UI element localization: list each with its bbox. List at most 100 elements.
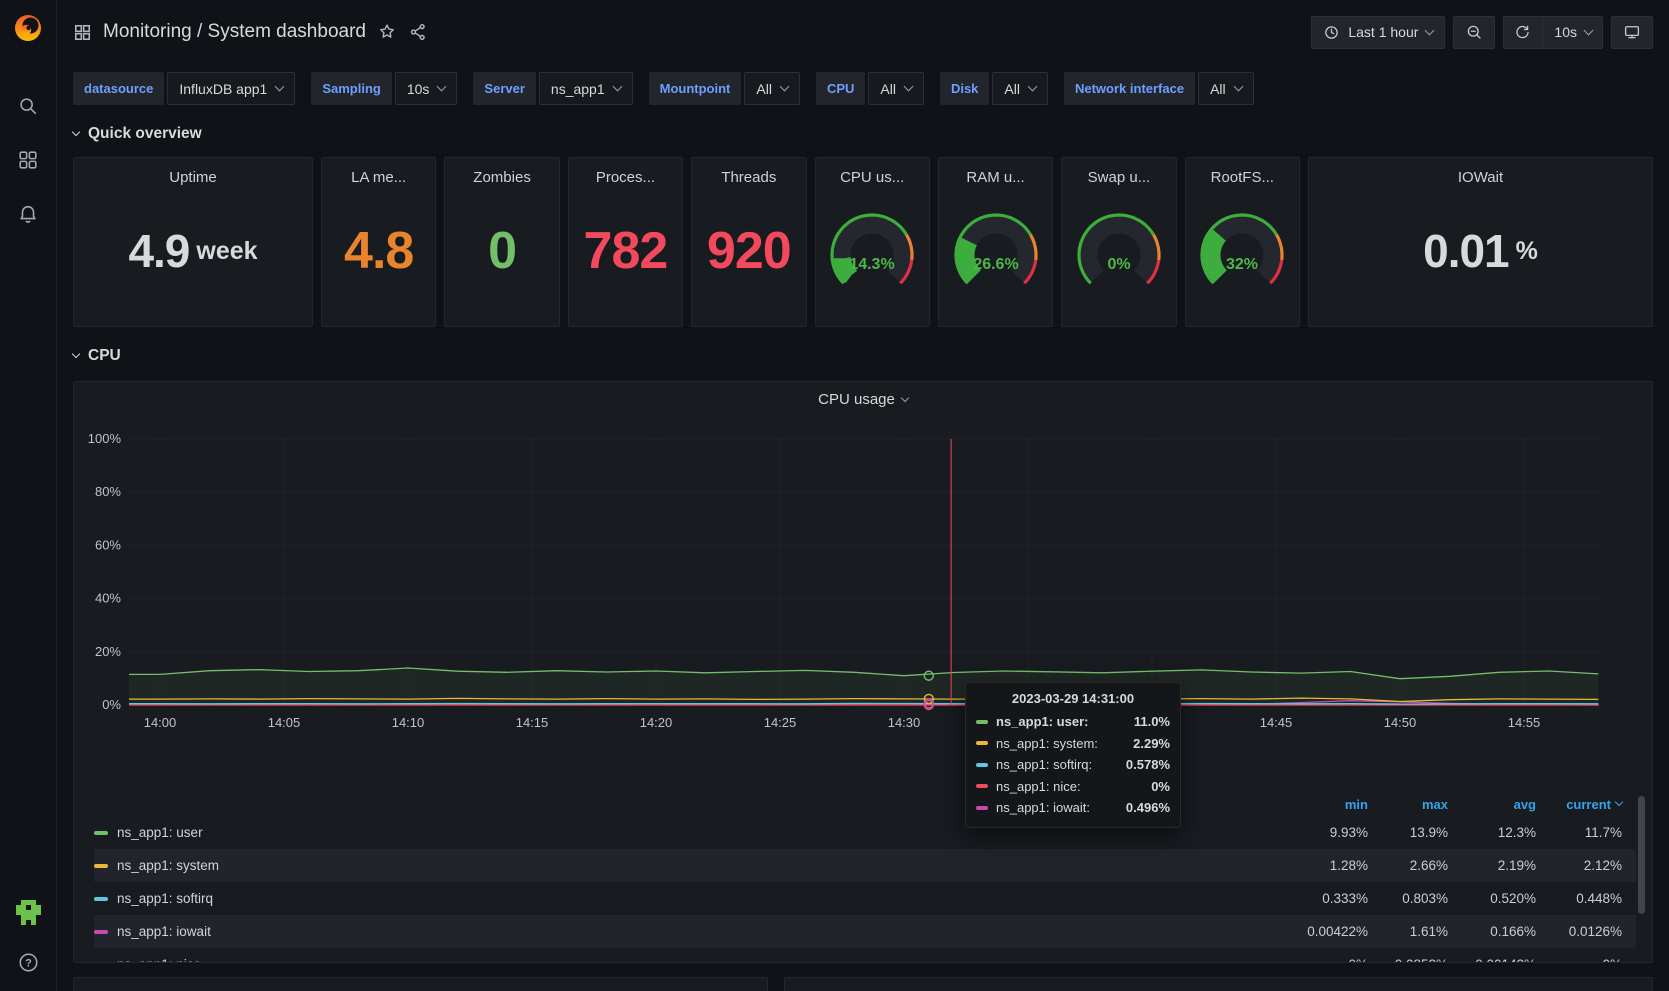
stat-panel-la-me: LA me...4.8 (321, 157, 436, 327)
stat-value-number: 4.9 (128, 224, 189, 278)
legend-row-ns-app1-iowait: ns_app1: iowait0.00422%1.61%0.166%0.0126… (94, 915, 1636, 948)
partial-panel (73, 977, 768, 991)
sidebar-nav (11, 91, 45, 229)
variable-value-text: All (880, 81, 896, 97)
variable-sampling: Sampling10s (311, 72, 457, 105)
search-icon[interactable] (11, 91, 45, 121)
legend-current-value: 0.0126% (1536, 924, 1622, 939)
section-title: CPU (88, 347, 121, 365)
legend-series-name: ns_app1: softirq (117, 891, 213, 906)
tooltip-rows: ns_app1: user:11.0%ns_app1: system:2.29%… (976, 711, 1170, 819)
grafana-logo[interactable] (11, 11, 45, 45)
variable-value-dropdown[interactable]: 10s (395, 72, 458, 105)
legend-series-toggle[interactable]: ns_app1: softirq (94, 891, 1248, 906)
tooltip-series-label: ns_app1: softirq: (996, 757, 1092, 772)
svg-text:80%: 80% (95, 484, 121, 499)
stat-value: 0.01% (1423, 186, 1538, 326)
variable-value-dropdown[interactable]: All (992, 72, 1048, 105)
monitor-icon (1623, 23, 1641, 41)
dashboard-title[interactable]: Monitoring / System dashboard (103, 21, 366, 43)
legend-max-value: 0.0852% (1368, 957, 1448, 962)
legend-series-name: ns_app1: system (117, 858, 219, 873)
kiosk-mode-button[interactable] (1611, 16, 1653, 49)
legend-min-value: 0.00422% (1248, 924, 1368, 939)
stat-value: 4.8 (344, 186, 413, 326)
svg-text:40%: 40% (95, 591, 121, 606)
tooltip-series-value: 0.496% (1126, 800, 1170, 815)
dashboards-icon[interactable] (11, 145, 45, 175)
svg-text:14.3%: 14.3% (850, 256, 895, 273)
topbar: Monitoring / System dashboard (73, 0, 1653, 64)
svg-text:14:55: 14:55 (1508, 715, 1541, 730)
variable-value-dropdown[interactable]: All (744, 72, 800, 105)
legend-scrollbar[interactable] (1638, 796, 1645, 914)
legend-series-toggle[interactable]: ns_app1: iowait (94, 924, 1248, 939)
tooltip-series-label: ns_app1: nice: (996, 779, 1081, 794)
stat-panel-title: Swap u... (1088, 169, 1151, 186)
stat-panel-rootfs: RootFS...32% (1185, 157, 1300, 327)
legend-sort-avg[interactable]: avg (1448, 797, 1536, 812)
variable-value-text: InfluxDB app1 (179, 81, 267, 97)
time-range-picker[interactable]: Last 1 hour (1311, 16, 1445, 49)
variable-value-dropdown[interactable]: InfluxDB app1 (167, 72, 295, 105)
section-cpu[interactable]: CPU (73, 343, 1653, 369)
user-avatar[interactable] (11, 897, 45, 927)
svg-text:14:20: 14:20 (640, 715, 673, 730)
legend-current-value: 0.448% (1536, 891, 1622, 906)
share-icon[interactable] (408, 22, 428, 42)
zoom-out-time-button[interactable] (1453, 16, 1495, 49)
legend-max-value: 1.61% (1368, 924, 1448, 939)
stat-value: 0 (488, 186, 516, 326)
legend-sort-current[interactable]: current (1536, 797, 1622, 812)
legend-sort-max[interactable]: max (1368, 797, 1448, 812)
help-icon[interactable]: ? (11, 947, 45, 977)
stat-panel-title: LA me... (351, 169, 406, 186)
variable-value-dropdown[interactable]: ns_app1 (539, 72, 633, 105)
variable-value-text: ns_app1 (551, 81, 605, 97)
svg-text:14:15: 14:15 (516, 715, 549, 730)
gauge: 32% (1189, 205, 1295, 297)
refresh-icon (1514, 24, 1531, 41)
variable-disk: DiskAll (940, 72, 1048, 105)
section-quick-overview[interactable]: Quick overview (73, 121, 1653, 147)
variable-value-text: All (1004, 81, 1020, 97)
chevron-down-icon (904, 82, 914, 92)
tooltip-series-label: ns_app1: system: (996, 736, 1098, 751)
stat-panel-ram-u: RAM u...26.6% (938, 157, 1053, 327)
chevron-down-icon (275, 82, 285, 92)
chevron-down-icon (612, 82, 622, 92)
variable-value-dropdown[interactable]: All (868, 72, 924, 105)
refresh-button[interactable]: 10s (1503, 16, 1603, 49)
legend-header-label: current (1566, 797, 1611, 812)
tooltip-series-value: 0% (1151, 779, 1170, 794)
alerting-bell-icon[interactable] (11, 199, 45, 229)
chevron-down-icon (779, 82, 789, 92)
cpu-usage-chart[interactable]: 0%20%40%60%80%100%14:0014:0514:1014:1514… (74, 382, 1652, 782)
variable-value-dropdown[interactable]: All (1198, 72, 1254, 105)
variable-cpu: CPUAll (816, 72, 924, 105)
svg-text:26.6%: 26.6% (973, 256, 1018, 273)
panel-title[interactable]: CPU usage (74, 391, 1652, 408)
chevron-down-icon (72, 128, 80, 136)
legend-series-toggle[interactable]: ns_app1: nice (94, 957, 1248, 962)
tooltip-series-value: 0.578% (1126, 757, 1170, 772)
apps-grid-icon (73, 23, 92, 42)
partial-panel (784, 977, 1653, 991)
stat-value: 26.6% (943, 186, 1049, 326)
legend-avg-value: 12.3% (1448, 825, 1536, 840)
series-color-swatch (94, 864, 108, 868)
sidebar-bottom: ? (11, 897, 45, 977)
legend-max-value: 13.9% (1368, 825, 1448, 840)
chart-legend: minmaxavg current ns_app1: user9.93%13.9%1… (94, 792, 1636, 962)
legend-sort-min[interactable]: min (1248, 797, 1368, 812)
legend-avg-value: 2.19% (1448, 858, 1536, 873)
legend-row-ns-app1-user: ns_app1: user9.93%13.9%12.3%11.7% (94, 816, 1636, 849)
tooltip-series-value: 11.0% (1134, 714, 1170, 729)
svg-text:14:25: 14:25 (764, 715, 797, 730)
svg-text:60%: 60% (95, 537, 121, 552)
legend-series-toggle[interactable]: ns_app1: system (94, 858, 1248, 873)
star-icon[interactable] (377, 22, 397, 42)
variable-label: Network interface (1064, 72, 1195, 105)
tooltip-series-label: ns_app1: user: (996, 714, 1088, 729)
legend-avg-value: 0.166% (1448, 924, 1536, 939)
